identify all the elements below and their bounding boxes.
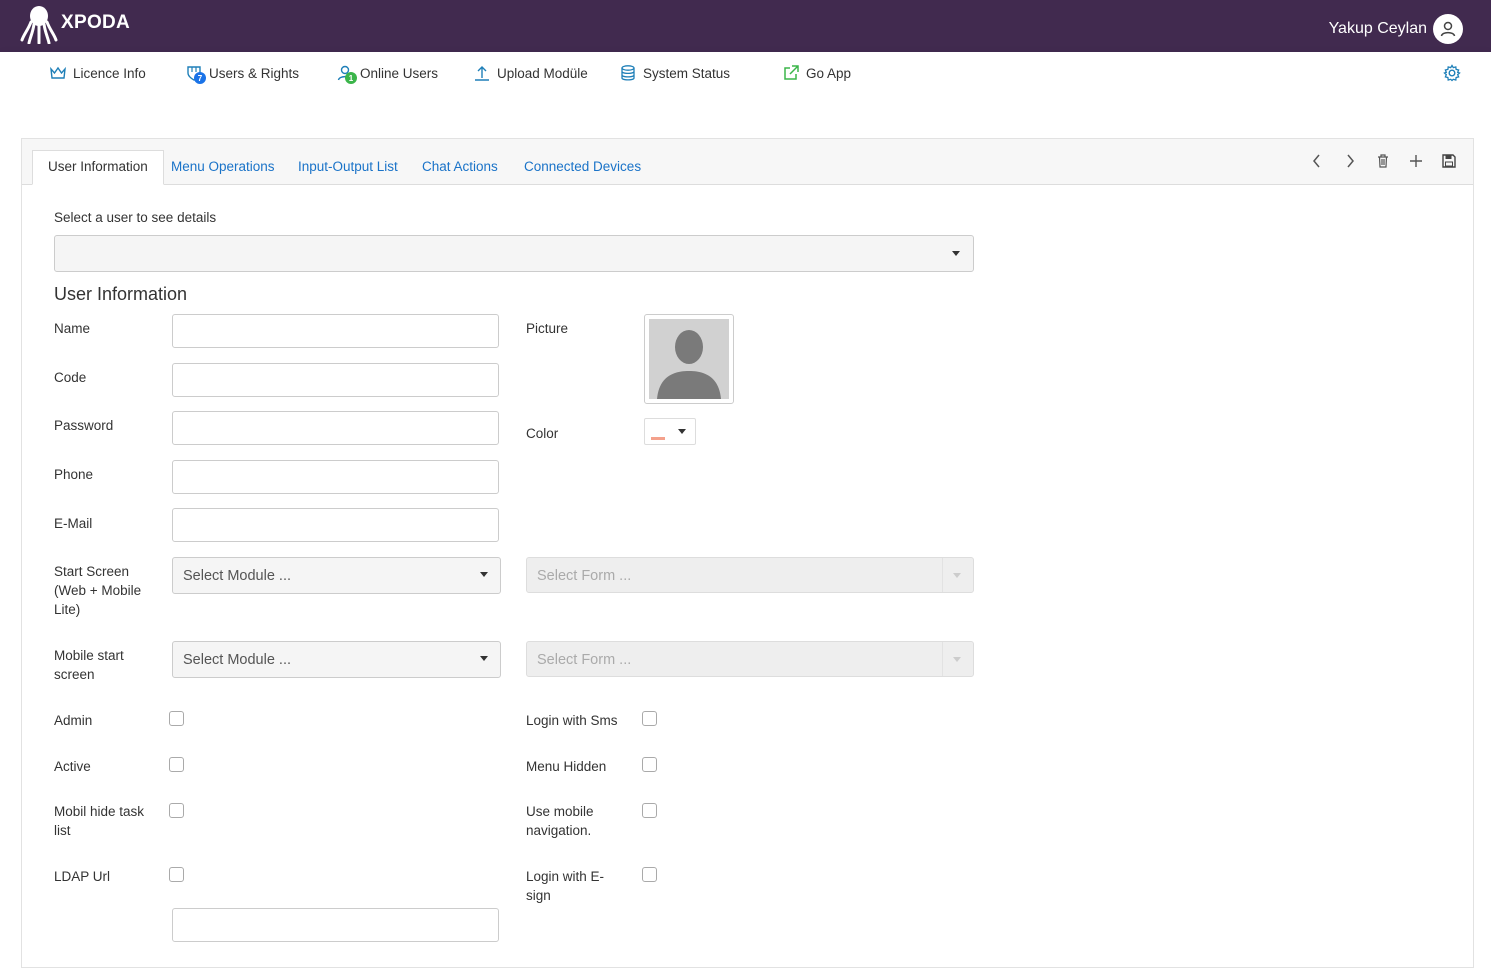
- nav-label: Online Users: [360, 65, 439, 81]
- nav-label: Upload Modüle: [497, 65, 588, 81]
- caret-down-icon: [953, 573, 961, 578]
- avatar-placeholder-icon: [649, 319, 729, 399]
- external-link-icon: [780, 62, 802, 84]
- tab-input-output-list[interactable]: Input-Output List: [283, 151, 413, 185]
- main-nav: Licence Info 7 Users & Rights 1 Online U…: [0, 52, 1491, 101]
- tab-menu-operations[interactable]: Menu Operations: [156, 151, 290, 185]
- menu-hidden-label: Menu Hidden: [526, 759, 607, 774]
- nav-upload-module[interactable]: Upload Modüle: [471, 62, 588, 84]
- trash-icon: [1378, 154, 1388, 168]
- mobile-start-label: Mobile start screen: [54, 648, 124, 682]
- tab-chat-actions[interactable]: Chat Actions: [407, 151, 513, 185]
- email-label: E-Mail: [54, 516, 93, 531]
- nav-go-app[interactable]: Go App: [780, 62, 851, 84]
- users-rights-icon: 7: [183, 62, 206, 84]
- brand-name: XPODA: [61, 12, 131, 33]
- user-select-label: Select a user to see details: [54, 210, 217, 225]
- divider: [942, 642, 943, 676]
- caret-down-icon: [480, 572, 488, 577]
- login-with-esign-checkbox[interactable]: [642, 867, 657, 882]
- chevron-left-icon: [1313, 154, 1320, 168]
- nav-licence-info[interactable]: Licence Info: [47, 62, 146, 84]
- code-input[interactable]: [172, 363, 499, 397]
- divider: [942, 558, 943, 592]
- admin-checkbox[interactable]: [169, 711, 184, 726]
- password-label: Password: [54, 418, 114, 433]
- mobil-hide-task-list-label: Mobil hide task list: [54, 804, 145, 838]
- chevron-right-icon: [1347, 154, 1354, 168]
- caret-down-icon: [952, 251, 960, 256]
- user-icon: [1440, 21, 1456, 37]
- mobile-start-form-select[interactable]: Select Form ...: [526, 641, 974, 677]
- user-avatar-button[interactable]: [1433, 14, 1463, 44]
- tab-bar: User Information Menu Operations Input-O…: [22, 139, 1473, 185]
- start-screen-form-select[interactable]: Select Form ...: [526, 557, 974, 593]
- select-placeholder: Select Form ...: [537, 652, 632, 668]
- mobile-start-module-select[interactable]: Select Module ...: [172, 641, 501, 678]
- picture-upload[interactable]: [644, 314, 734, 404]
- ldap-checkbox[interactable]: [169, 867, 184, 882]
- user-name[interactable]: Yakup Ceylan: [1329, 20, 1427, 38]
- caret-down-icon: [678, 429, 686, 434]
- previous-button[interactable]: [1306, 150, 1328, 172]
- save-button[interactable]: [1438, 150, 1460, 172]
- menu-hidden-checkbox[interactable]: [642, 757, 657, 772]
- picture-label: Picture: [526, 321, 569, 336]
- email-input[interactable]: [172, 508, 499, 542]
- name-input[interactable]: [172, 314, 499, 348]
- nav-online-users[interactable]: 1 Online Users: [334, 62, 438, 84]
- gear-icon[interactable]: [1443, 64, 1461, 82]
- add-button[interactable]: [1405, 150, 1427, 172]
- start-screen-module-select[interactable]: Select Module ...: [172, 557, 501, 594]
- color-swatch: [651, 437, 665, 440]
- nav-label: Licence Info: [73, 65, 146, 81]
- delete-button[interactable]: [1372, 150, 1394, 172]
- top-header: XPODA Yakup Ceylan: [0, 0, 1491, 52]
- octopus-logo-icon[interactable]: [20, 4, 58, 44]
- select-placeholder: Select Module ...: [183, 568, 291, 584]
- password-input[interactable]: [172, 411, 499, 445]
- login-with-sms-checkbox[interactable]: [642, 711, 657, 726]
- crown-icon: [47, 62, 69, 84]
- ldap-label: LDAP Url: [54, 869, 111, 884]
- database-icon: [617, 62, 639, 84]
- mobil-hide-task-list-checkbox[interactable]: [169, 803, 184, 818]
- active-label: Active: [54, 759, 91, 774]
- nav-label: System Status: [643, 65, 731, 81]
- active-checkbox[interactable]: [169, 757, 184, 772]
- plus-icon: [1410, 155, 1422, 167]
- tab-connected-devices[interactable]: Connected Devices: [509, 151, 656, 185]
- online-user-icon: 1: [334, 62, 357, 84]
- nav-system-status[interactable]: System Status: [617, 62, 730, 84]
- upload-icon: [471, 62, 493, 84]
- color-picker[interactable]: [644, 418, 696, 445]
- select-placeholder: Select Module ...: [183, 652, 291, 668]
- caret-down-icon: [953, 657, 961, 662]
- select-placeholder: Select Form ...: [537, 568, 632, 584]
- save-icon: [1442, 154, 1456, 168]
- next-button[interactable]: [1339, 150, 1361, 172]
- use-mobile-navigation-label: Use mobile navigation.: [526, 804, 594, 838]
- nav-label: Users & Rights: [209, 65, 300, 81]
- users-count-badge: 7: [194, 72, 206, 84]
- phone-label: Phone: [54, 467, 94, 482]
- login-with-esign-label: Login with E-sign: [526, 869, 605, 903]
- code-label: Code: [54, 370, 87, 385]
- admin-label: Admin: [54, 713, 93, 728]
- color-label: Color: [526, 426, 559, 441]
- start-screen-label: Start Screen (Web + Mobile Lite): [54, 564, 142, 617]
- section-title: User Information: [54, 284, 188, 304]
- nav-label: Go App: [806, 65, 852, 81]
- login-with-sms-label: Login with Sms: [526, 713, 618, 728]
- caret-down-icon: [480, 656, 488, 661]
- use-mobile-navigation-checkbox[interactable]: [642, 803, 657, 818]
- online-count-badge: 1: [345, 72, 357, 84]
- phone-input[interactable]: [172, 460, 499, 494]
- tab-user-information[interactable]: User Information: [32, 150, 164, 185]
- ldap-url-input[interactable]: [172, 908, 499, 942]
- nav-users-rights[interactable]: 7 Users & Rights: [183, 62, 299, 84]
- user-select-dropdown[interactable]: [54, 235, 974, 272]
- name-label: Name: [54, 321, 91, 336]
